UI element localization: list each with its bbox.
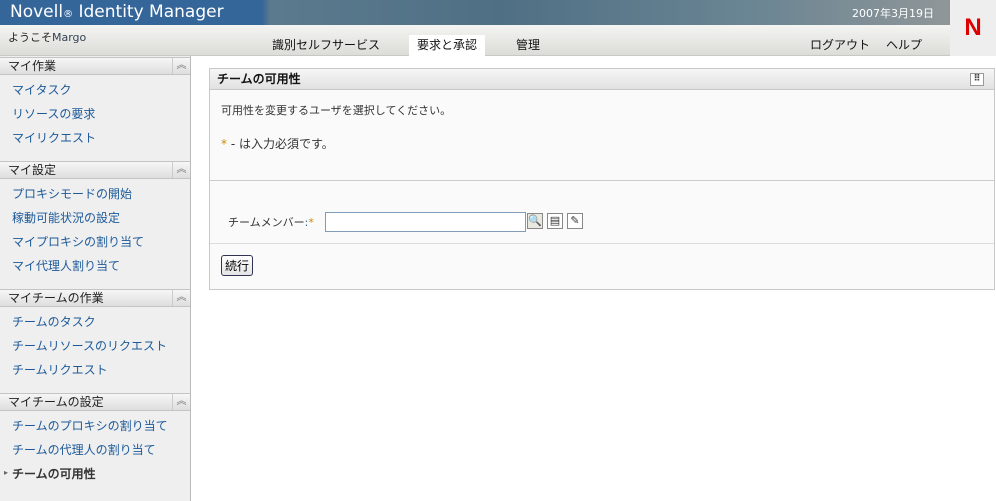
section-my-work: マイ作業 ︽ [0, 57, 190, 75]
section-title: マイ作業 [8, 59, 57, 73]
novell-logo: N [950, 0, 996, 56]
section-team-settings: マイチームの設定 ︽ [0, 393, 190, 411]
app-title: Novell® Identity Manager [10, 2, 224, 22]
title-product: Identity Manager [73, 2, 224, 22]
welcome-text: ようこそMargo [8, 29, 86, 45]
date: 2007年3月19日 [852, 7, 934, 20]
tab-requests-approvals[interactable]: 要求と承認 [409, 35, 486, 56]
required-star: * [308, 216, 314, 229]
sidebar: マイ作業 ︽ マイタスク リソースの要求 マイリクエスト マイ設定 ︽ プロキシモー… [0, 56, 191, 501]
sidebar-item-my-requests[interactable]: マイリクエスト [12, 129, 96, 146]
tab-identity-self-service[interactable]: 識別セルフサービス [264, 35, 388, 56]
help-link[interactable]: ヘルプ [878, 35, 930, 56]
current-bullet-icon: ▸ [4, 468, 9, 477]
section-title: マイ設定 [8, 163, 57, 177]
nav-bar: ようこそMargo 識別セルフサービス 要求と承認 管理 ログアウト ヘルプ [0, 25, 950, 56]
divider [210, 243, 994, 244]
sidebar-item-team-requests[interactable]: チームリクエスト [12, 361, 108, 378]
sidebar-item-team-availability[interactable]: ▸ チームの可用性 [4, 465, 96, 482]
history-list-icon[interactable]: ▤ [547, 213, 563, 229]
reset-edit-icon[interactable]: ✎ [567, 213, 583, 229]
instruction-text: 可用性を変更するユーザを選択してください。 [221, 104, 452, 117]
required-note-text: - は入力必須です。 [227, 137, 334, 151]
welcome-label: ようこそ [8, 31, 52, 44]
team-member-label: チームメンバー:* [228, 214, 314, 230]
sidebar-item-my-proxy[interactable]: マイプロキシの割り当て [12, 233, 144, 250]
required-note: * - は入力必須です。 [221, 135, 334, 152]
sidebar-item-my-delegate[interactable]: マイ代理人割り当て [12, 257, 120, 274]
section-title: マイチームの設定 [8, 395, 104, 409]
team-member-input[interactable] [325, 212, 526, 232]
sidebar-item-team-delegate[interactable]: チームの代理人の割り当て [12, 441, 156, 458]
panel-menu-icon[interactable]: ⠿ [970, 73, 984, 86]
search-icon[interactable]: 🔍 [527, 213, 543, 229]
collapse-icon[interactable]: ︽ [172, 162, 190, 178]
sidebar-item-my-tasks[interactable]: マイタスク [12, 81, 72, 98]
sidebar-item-team-resource-requests[interactable]: チームリソースのリクエスト [12, 337, 167, 354]
sidebar-item-start-proxy[interactable]: プロキシモードの開始 [12, 185, 132, 202]
team-availability-panel: チームの可用性 ⠿ 可用性を変更するユーザを選択してください。 * - は入力必須… [209, 68, 995, 290]
panel-title: チームの可用性 [217, 72, 301, 86]
sidebar-item-availability-settings[interactable]: 稼動可能状況の設定 [12, 209, 120, 226]
section-team-work: マイチームの作業 ︽ [0, 289, 190, 307]
section-title: マイチームの作業 [8, 291, 104, 305]
title-brand: Novell [10, 2, 64, 22]
section-my-settings: マイ設定 ︽ [0, 161, 190, 179]
logout-link[interactable]: ログアウト [802, 35, 878, 56]
collapse-icon[interactable]: ︽ [172, 290, 190, 306]
divider [210, 180, 994, 181]
registered-mark: ® [63, 9, 74, 20]
collapse-icon[interactable]: ︽ [172, 394, 190, 410]
user-name: Margo [52, 31, 87, 44]
sidebar-item-team-tasks[interactable]: チームのタスク [12, 313, 96, 330]
header-banner: Novell® Identity Manager 2007年3月19日 [0, 0, 950, 25]
sidebar-item-request-resources[interactable]: リソースの要求 [12, 105, 95, 122]
tab-administration[interactable]: 管理 [508, 35, 548, 56]
collapse-icon[interactable]: ︽ [172, 58, 190, 74]
item-label: チームの可用性 [12, 467, 96, 481]
continue-button[interactable]: 続行 [221, 255, 254, 276]
sidebar-item-team-proxy[interactable]: チームのプロキシの割り当て [12, 417, 168, 434]
field-label: チームメンバー [228, 216, 305, 229]
panel-header: チームの可用性 ⠿ [210, 69, 994, 90]
